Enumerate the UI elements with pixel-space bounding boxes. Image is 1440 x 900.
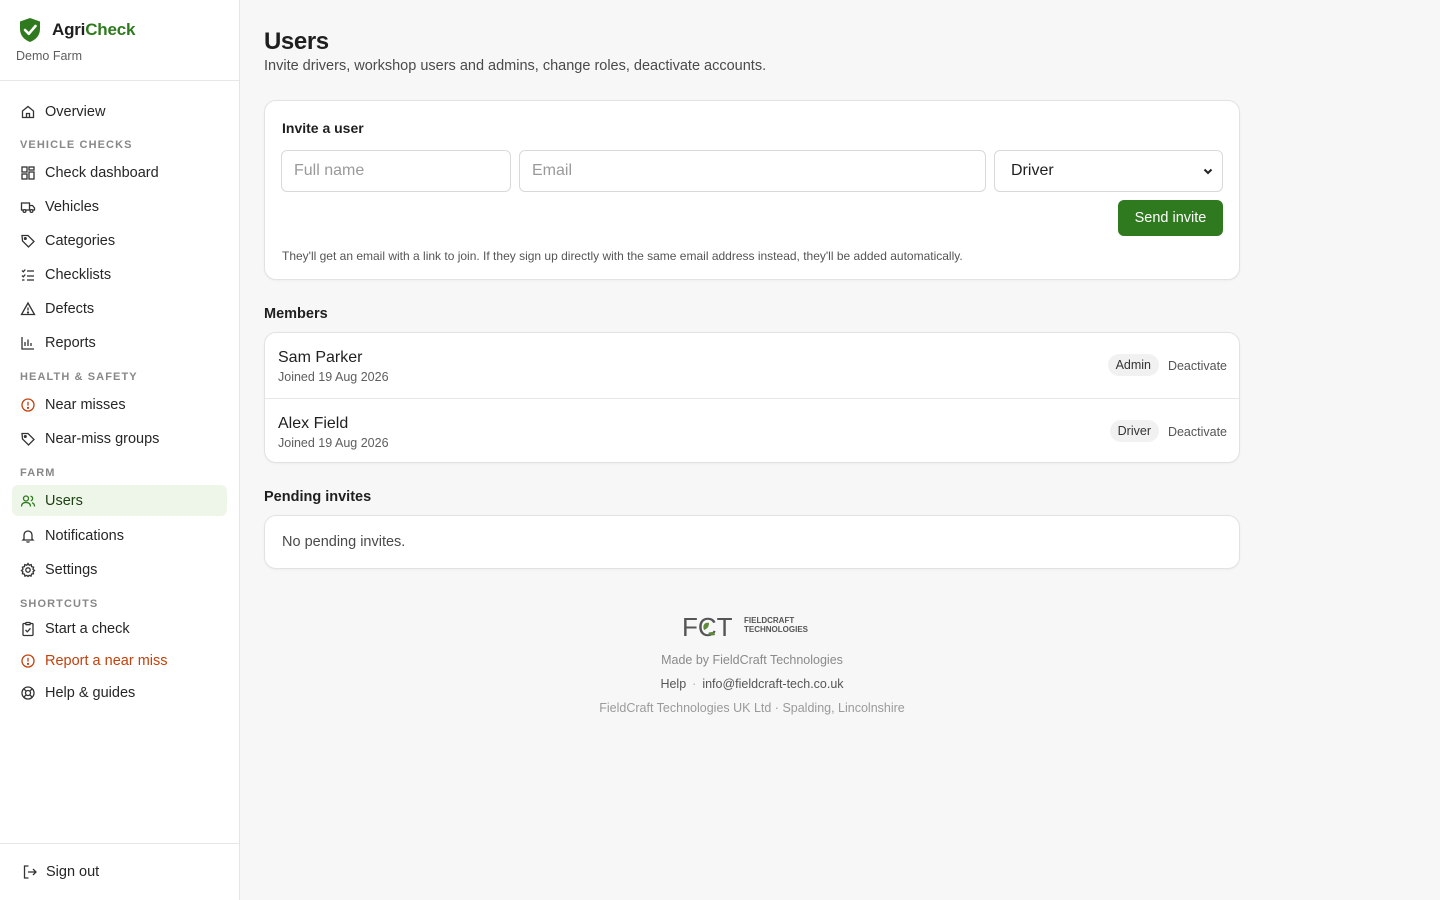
pending-invites-card: No pending invites.: [264, 515, 1240, 569]
pending-empty-text: No pending invites.: [282, 534, 406, 550]
email-link[interactable]: info@fieldcraft-tech.co.uk: [702, 677, 843, 691]
section-health-safety: HEALTH & SAFETY: [20, 371, 138, 383]
sidebar-item-label: Categories: [45, 233, 116, 249]
sidebar-item-label: Notifications: [45, 528, 124, 544]
sign-out-label: Sign out: [46, 864, 100, 880]
sidebar-item-vehicles[interactable]: Vehicles: [12, 190, 227, 224]
brand: AgriCheck Demo Farm: [0, 0, 239, 81]
svg-text:FIELDCRAFT: FIELDCRAFT: [744, 616, 794, 625]
warning-triangle-icon: [20, 301, 36, 316]
member-joined: Joined 19 Aug 2026: [278, 436, 389, 450]
deactivate-button[interactable]: Deactivate: [1168, 425, 1227, 439]
email-input[interactable]: [519, 150, 986, 192]
bell-icon: [21, 530, 35, 543]
invite-title: Invite a user: [282, 120, 364, 136]
member-joined: Joined 19 Aug 2026: [278, 370, 389, 384]
sidebar-item-users[interactable]: Users: [12, 485, 227, 516]
sidebar-item-reports[interactable]: Reports: [12, 326, 227, 360]
lifebuoy-icon: [21, 686, 35, 700]
sidebar-item-check-dashboard[interactable]: Check dashboard: [12, 156, 227, 190]
clipboard-check-icon: [22, 621, 34, 637]
sidebar-item-notifications[interactable]: Notifications: [12, 519, 227, 553]
section-vehicle-checks: VEHICLE CHECKS: [20, 139, 133, 151]
shortcut-report-a-near-miss[interactable]: Report a near miss: [12, 645, 227, 677]
members-list: Sam Parker Joined 19 Aug 2026 Admin Deac…: [264, 332, 1240, 463]
sidebar-item-overview[interactable]: Overview: [12, 95, 227, 128]
member-name: Sam Parker: [278, 349, 363, 366]
footer: FCT FIELDCRAFT TECHNOLOGIES Made by Fiel…: [264, 612, 1240, 715]
sidebar-item-label: Help & guides: [45, 685, 136, 701]
sidebar-item-label: Near-miss groups: [45, 431, 160, 447]
sidebar-item-label: Defects: [45, 301, 95, 317]
sidebar-item-near-miss-groups[interactable]: Near-miss groups: [12, 422, 227, 456]
section-shortcuts: SHORTCUTS: [20, 598, 99, 610]
brand-name: AgriCheck: [52, 20, 136, 39]
sidebar-item-categories[interactable]: Categories: [12, 224, 227, 258]
role-select[interactable]: Driver: [994, 150, 1223, 192]
sidebar: AgriCheck Demo Farm Overview VEHICLE CHE…: [0, 0, 240, 900]
sidebar-item-label: Start a check: [45, 621, 130, 637]
alert-circle-icon: [21, 398, 35, 412]
deactivate-button[interactable]: Deactivate: [1168, 359, 1227, 373]
sidebar-item-label: Users: [45, 492, 83, 509]
made-by-text: Made by FieldCraft Technologies: [661, 653, 843, 667]
sign-out-icon: [23, 865, 37, 879]
sidebar-item-label: Vehicles: [45, 199, 100, 215]
member-row: Sam Parker Joined 19 Aug 2026 Admin Deac…: [265, 333, 1239, 398]
member-name: Alex Field: [278, 415, 349, 432]
sidebar-item-label: Report a near miss: [45, 653, 168, 669]
page-title: Users: [264, 28, 329, 55]
full-name-input[interactable]: [281, 150, 511, 192]
sidebar-item-checklists[interactable]: Checklists: [12, 258, 227, 292]
sidebar-item-label: Reports: [45, 335, 96, 351]
users-icon: [20, 494, 36, 507]
shortcut-start-a-check[interactable]: Start a check: [12, 613, 227, 645]
footer-links: Help · info@fieldcraft-tech.co.uk: [264, 677, 1240, 691]
shortcut-help-guides[interactable]: Help & guides: [12, 677, 227, 709]
sidebar-footer: Sign out: [0, 843, 239, 900]
sidebar-item-label: Check dashboard: [45, 165, 159, 181]
gear-icon: [20, 562, 36, 578]
sidebar-item-label: Checklists: [45, 267, 112, 283]
sidebar-item-label: Overview: [45, 103, 106, 120]
tag-icon: [21, 432, 35, 446]
sidebar-item-settings[interactable]: Settings: [12, 553, 227, 587]
sidebar-item-defects[interactable]: Defects: [12, 292, 227, 326]
member-row: Alex Field Joined 19 Aug 2026 Driver Dea…: [265, 398, 1239, 463]
pending-invites-title: Pending invites: [264, 489, 372, 505]
send-invite-button[interactable]: Send invite: [1118, 200, 1223, 236]
sidebar-item-near-misses[interactable]: Near misses: [12, 388, 227, 422]
chevron-down-icon: [1203, 168, 1213, 175]
role-badge[interactable]: Admin: [1107, 354, 1159, 376]
invite-hint: They'll get an email with a link to join…: [282, 249, 963, 263]
company-info: FieldCraft Technologies UK Ltd · Spaldin…: [599, 701, 905, 715]
farm-name: Demo Farm: [16, 49, 82, 63]
invite-card: Invite a user Driver Send invite They'll…: [264, 100, 1240, 280]
svg-text:TECHNOLOGIES: TECHNOLOGIES: [744, 625, 809, 634]
help-link[interactable]: Help: [660, 677, 686, 691]
members-title: Members: [264, 306, 328, 322]
list-check-icon: [21, 269, 34, 281]
fieldcraft-logo: FCT FIELDCRAFT TECHNOLOGIES: [682, 612, 809, 642]
home-icon: [21, 105, 35, 118]
role-badge[interactable]: Driver: [1109, 420, 1159, 442]
sidebar-item-label: Near misses: [45, 397, 126, 413]
sign-out-button[interactable]: Sign out: [22, 864, 99, 880]
role-select-value: Driver: [1011, 162, 1054, 179]
sidebar-nav: Overview VEHICLE CHECKS Check dashboard …: [12, 95, 227, 709]
page-subtitle: Invite drivers, workshop users and admin…: [264, 58, 767, 74]
shield-check-logo-icon: [20, 18, 40, 42]
bar-chart-icon: [21, 337, 34, 350]
truck-icon: [20, 202, 36, 214]
tag-icon: [21, 234, 35, 248]
separator: ·: [692, 677, 697, 691]
alert-circle-icon: [21, 654, 35, 668]
sidebar-item-label: Settings: [45, 562, 98, 578]
grid-icon: [21, 166, 35, 180]
section-farm: FARM: [20, 467, 56, 479]
